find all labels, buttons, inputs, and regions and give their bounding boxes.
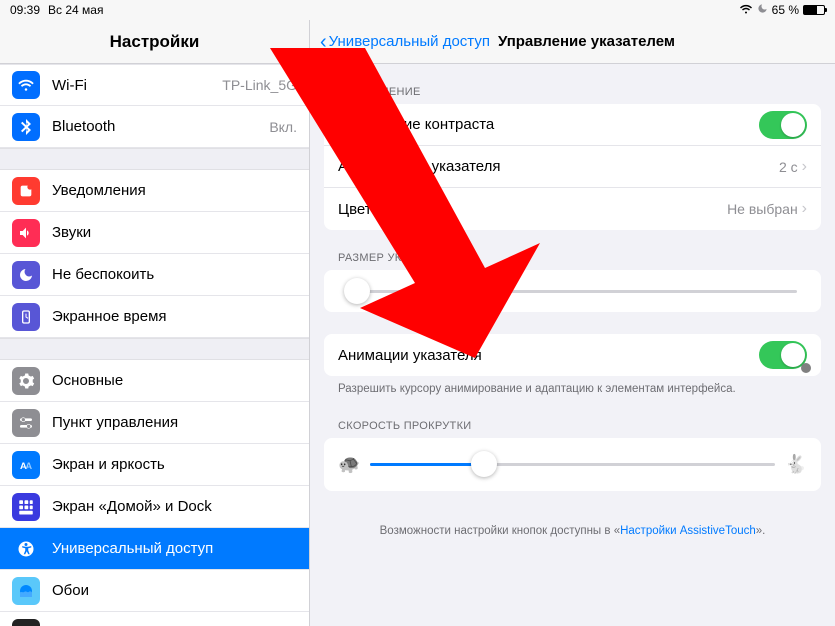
animations-footer: Разрешить курсору анимирование и адаптац… bbox=[324, 376, 821, 398]
assistivetouch-link[interactable]: Настройки AssistiveTouch bbox=[620, 525, 756, 537]
sidebar-item-label: Основные bbox=[52, 372, 297, 389]
chevron-right-icon: › bbox=[802, 200, 807, 218]
sidebar-item-value: Вкл. bbox=[269, 119, 297, 135]
sidebar-item-general[interactable]: Основные bbox=[0, 360, 309, 402]
scroll-speed-slider[interactable] bbox=[370, 463, 774, 466]
display-icon: AA bbox=[12, 451, 40, 479]
sidebar-item-label: Универсальный доступ bbox=[52, 540, 297, 557]
status-time: 09:39 bbox=[10, 3, 40, 17]
toggle-contrast[interactable] bbox=[759, 111, 807, 139]
sidebar-item-wallpaper[interactable]: Обои bbox=[0, 570, 309, 612]
sidebar-item-display[interactable]: AA Экран и яркость bbox=[0, 444, 309, 486]
pointer-size-slider[interactable] bbox=[348, 290, 797, 293]
sidebar-item-notifications[interactable]: Уведомления bbox=[0, 170, 309, 212]
turtle-icon: 🐢 bbox=[338, 454, 360, 475]
sidebar-item-label: Экран и яркость bbox=[52, 456, 297, 473]
dnd-icon bbox=[757, 3, 768, 17]
section-header-scroll: СКОРОСТЬ ПРОКРУТКИ bbox=[324, 398, 821, 438]
back-label: Универсальный доступ bbox=[329, 33, 490, 50]
sidebar-item-control-center[interactable]: Пункт управления bbox=[0, 402, 309, 444]
wifi-icon bbox=[739, 3, 753, 17]
bluetooth-icon bbox=[12, 113, 40, 141]
wifi-icon bbox=[12, 71, 40, 99]
page-title: Управление указателем bbox=[498, 33, 675, 50]
detail-pane: ‹ Универсальный доступ Управление указат… bbox=[310, 20, 835, 626]
siri-icon bbox=[12, 619, 40, 626]
sidebar-item-home-dock[interactable]: Экран «Домой» и Dock bbox=[0, 486, 309, 528]
sidebar-item-label: Bluetooth bbox=[52, 118, 257, 135]
sidebar-item-label: Экранное время bbox=[52, 308, 297, 325]
sidebar-item-sounds[interactable]: Звуки bbox=[0, 212, 309, 254]
sidebar-item-label: Уведомления bbox=[52, 182, 297, 199]
chevron-left-icon: ‹ bbox=[320, 32, 327, 52]
wallpaper-icon bbox=[12, 577, 40, 605]
sidebar-item-accessibility[interactable]: Универсальный доступ bbox=[0, 528, 309, 570]
row-label: Автоскрытие указателя bbox=[338, 158, 779, 175]
sidebar-item-label: Пункт управления bbox=[52, 414, 297, 431]
assistivetouch-note: Возможности настройки кнопок доступны в … bbox=[324, 525, 821, 537]
control-center-icon bbox=[12, 409, 40, 437]
svg-text:A: A bbox=[25, 461, 32, 471]
row-autohide[interactable]: Автоскрытие указателя 2 с › bbox=[324, 146, 821, 188]
settings-sidebar: Настройки Wi-Fi TP-Link_5G Bluetooth Вкл… bbox=[0, 20, 310, 626]
row-contrast[interactable]: Увеличение контраста bbox=[324, 104, 821, 146]
toggle-animations[interactable] bbox=[759, 341, 807, 369]
sidebar-item-value: TP-Link_5G bbox=[222, 77, 297, 93]
home-dock-icon bbox=[12, 493, 40, 521]
status-date: Вс 24 мая bbox=[48, 3, 103, 17]
back-button[interactable]: ‹ Универсальный доступ bbox=[320, 32, 490, 52]
sidebar-item-label: Wi-Fi bbox=[52, 77, 210, 94]
sidebar-item-label: Обои bbox=[52, 582, 297, 599]
sidebar-item-label: Не беспокоить bbox=[52, 266, 297, 283]
accessibility-icon bbox=[12, 535, 40, 563]
chevron-right-icon: › bbox=[802, 158, 807, 176]
row-color[interactable]: Цвет Не выбран › bbox=[324, 188, 821, 230]
row-scroll-speed[interactable]: 🐢 🐇 bbox=[324, 438, 821, 491]
battery-percent: 65 % bbox=[772, 3, 799, 17]
row-label: Цвет bbox=[338, 201, 727, 218]
sidebar-item-screentime[interactable]: Экранное время bbox=[0, 296, 309, 338]
sidebar-item-label: Звуки bbox=[52, 224, 297, 241]
row-value: 2 с bbox=[779, 159, 798, 175]
sidebar-item-siri[interactable]: Siri и Поиск bbox=[0, 612, 309, 626]
sidebar-item-label: Экран «Домой» и Dock bbox=[52, 498, 297, 515]
rabbit-icon: 🐇 bbox=[785, 454, 807, 475]
row-pointer-size[interactable] bbox=[324, 270, 821, 312]
row-animations[interactable]: Анимации указателя bbox=[324, 334, 821, 376]
sidebar-title: Настройки bbox=[0, 20, 309, 64]
row-value: Не выбран bbox=[727, 201, 798, 217]
section-header-appearance: ОФОРМЛЕНИЕ bbox=[324, 64, 821, 104]
status-bar: 09:39 Вс 24 мая 65 % bbox=[0, 0, 835, 20]
screentime-icon bbox=[12, 303, 40, 331]
sidebar-item-bluetooth[interactable]: Bluetooth Вкл. bbox=[0, 106, 309, 148]
gear-icon bbox=[12, 367, 40, 395]
sidebar-item-wifi[interactable]: Wi-Fi TP-Link_5G bbox=[0, 64, 309, 106]
dnd-icon bbox=[12, 261, 40, 289]
sidebar-item-dnd[interactable]: Не беспокоить bbox=[0, 254, 309, 296]
battery-icon bbox=[803, 5, 825, 15]
notifications-icon bbox=[12, 177, 40, 205]
section-header-size: РАЗМЕР УКАЗАТЕЛЯ bbox=[324, 230, 821, 270]
detail-header: ‹ Универсальный доступ Управление указат… bbox=[310, 20, 835, 64]
row-label: Анимации указателя bbox=[338, 347, 759, 364]
sounds-icon bbox=[12, 219, 40, 247]
row-label: Увеличение контраста bbox=[338, 116, 759, 133]
